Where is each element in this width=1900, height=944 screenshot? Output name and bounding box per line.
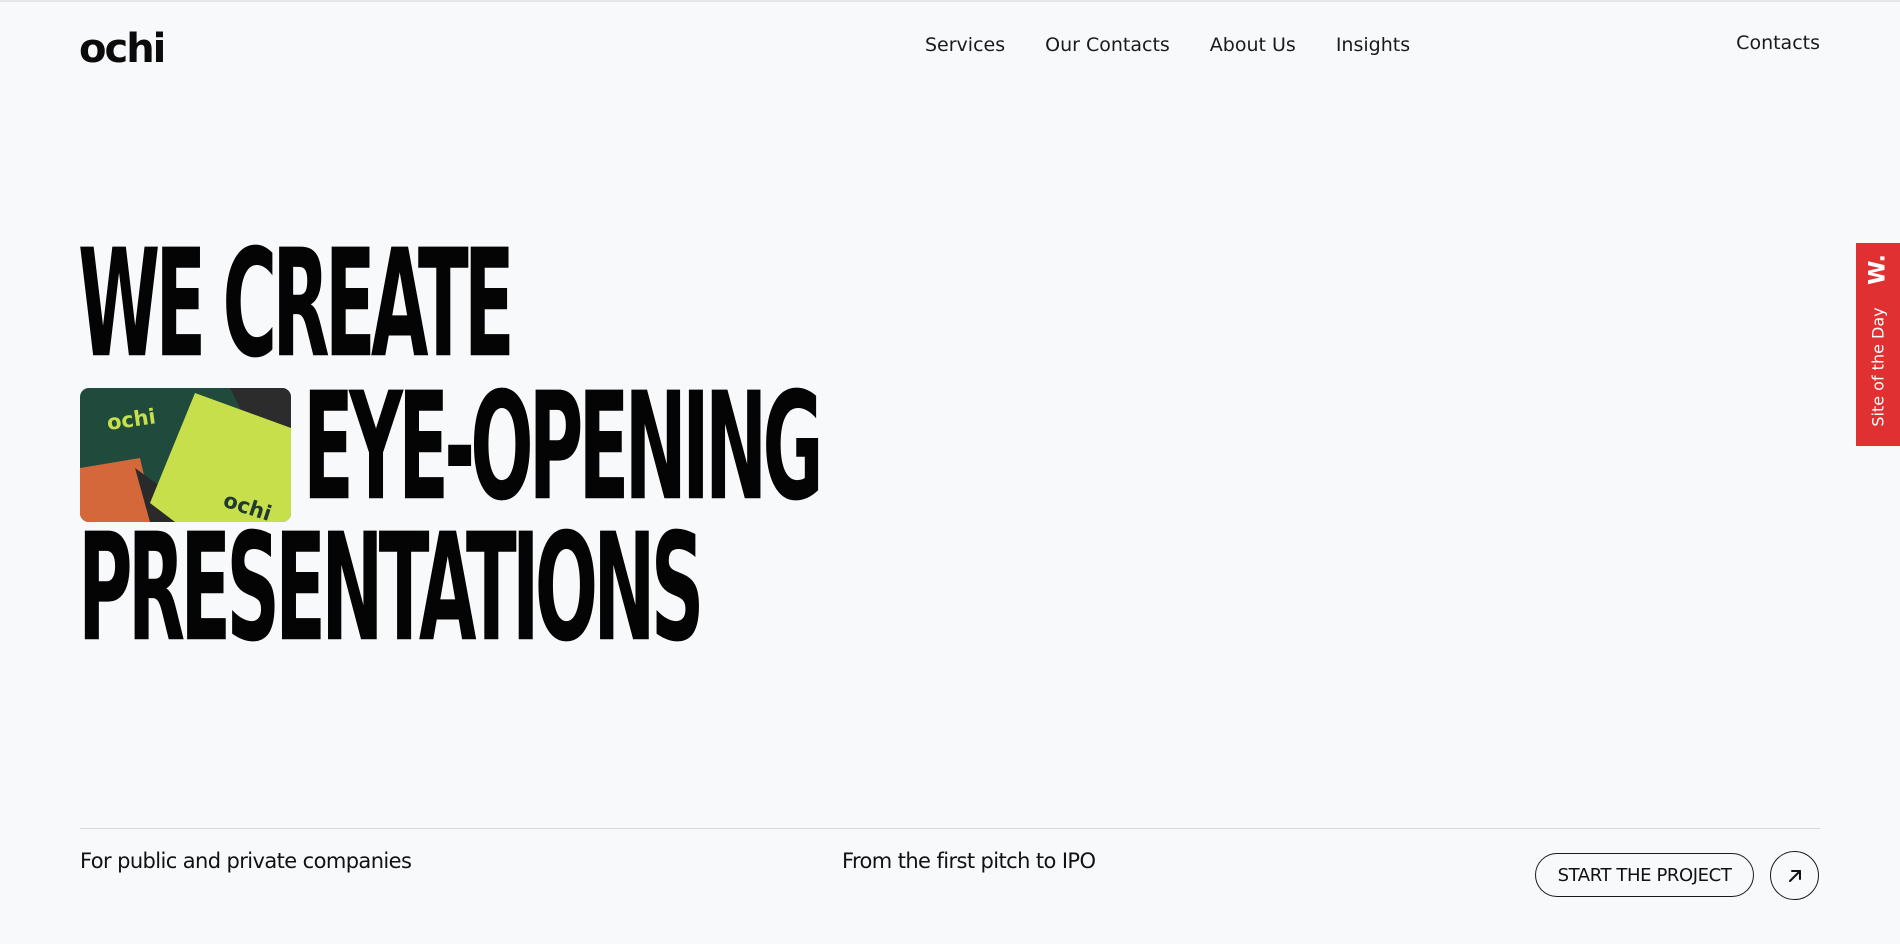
nav-item-services[interactable]: Services — [925, 34, 1005, 56]
nav-item-insights[interactable]: Insights — [1336, 34, 1410, 56]
tagline-companies: For public and private companies — [80, 849, 412, 873]
site-of-the-day-badge[interactable]: W. Site of the Day — [1856, 243, 1900, 446]
top-border — [0, 0, 1900, 2]
divider — [80, 828, 1820, 829]
main-nav: Services Our Contacts About Us Insights — [925, 32, 1410, 58]
hero-line-2: EYE-OPENING — [303, 360, 824, 534]
contacts-link[interactable]: Contacts — [1736, 32, 1820, 54]
svg-text:ochi: ochi — [79, 26, 164, 68]
arrow-up-right-icon — [1788, 869, 1801, 882]
nav-item-about-us[interactable]: About Us — [1210, 34, 1296, 56]
hero-line-1: WE CREATE — [78, 217, 515, 391]
awwwards-w-icon: W. — [1865, 254, 1891, 285]
hero-line-3: PRESENTATIONS — [78, 501, 704, 675]
ochi-logo[interactable]: ochi — [79, 20, 171, 72]
nav-item-our-contacts[interactable]: Our Contacts — [1045, 34, 1170, 56]
start-project-arrow-button[interactable] — [1770, 851, 1819, 900]
ochi-logo-icon: ochi — [79, 26, 166, 72]
site-of-the-day-label: Site of the Day — [1868, 307, 1888, 427]
start-project-button[interactable]: START THE PROJECT — [1535, 853, 1754, 897]
tagline-pitch: From the first pitch to IPO — [842, 849, 1096, 873]
